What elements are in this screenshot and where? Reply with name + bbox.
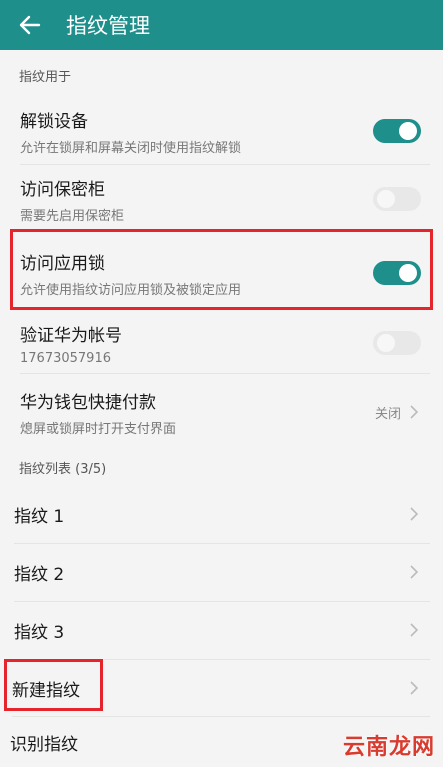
- verify-huawei-id-toggle[interactable]: [373, 331, 421, 355]
- chevron-right-icon: [407, 564, 421, 580]
- wallet-quick-pay-setting[interactable]: 华为钱包快捷付款 熄屏或锁屏时打开支付界面 关闭: [0, 382, 443, 442]
- app-bar: 指纹管理: [0, 0, 443, 50]
- access-safe-setting[interactable]: 访问保密柜 需要先启用保密柜: [0, 170, 443, 228]
- section-header-usage: 指纹用于: [19, 70, 72, 85]
- section-header-fingerprint-list: 指纹列表 (3/5): [19, 462, 107, 477]
- fingerprint-label: 指纹 3: [14, 622, 65, 643]
- verify-huawei-id-title: 验证华为帐号: [20, 325, 122, 346]
- access-safe-title: 访问保密柜: [20, 179, 105, 200]
- fingerprint-label: 指纹 1: [14, 506, 65, 527]
- fingerprint-label: 指纹 2: [14, 564, 65, 585]
- watermark-logo: 云南龙网: [342, 735, 435, 760]
- fingerprint-item[interactable]: 指纹 3: [0, 604, 443, 656]
- identify-fingerprint-label: 识别指纹: [10, 734, 78, 755]
- divider: [20, 373, 430, 374]
- divider: [14, 601, 430, 602]
- unlock-device-subtitle: 允许在锁屏和屏幕关闭时使用指纹解锁: [20, 140, 242, 156]
- chevron-right-icon: [407, 404, 421, 420]
- access-safe-toggle[interactable]: [373, 187, 421, 211]
- access-app-lock-toggle[interactable]: [373, 261, 421, 285]
- verify-huawei-id-setting[interactable]: 验证华为帐号 17673057916: [0, 314, 443, 372]
- divider: [14, 659, 430, 660]
- divider: [14, 543, 430, 544]
- unlock-device-toggle[interactable]: [373, 119, 421, 143]
- back-button[interactable]: [0, 0, 60, 50]
- divider: [12, 716, 430, 717]
- verify-huawei-id-subtitle: 17673057916: [20, 350, 111, 366]
- access-app-lock-subtitle: 允许使用指纹访问应用锁及被锁定应用: [20, 282, 242, 298]
- wallet-quick-pay-title: 华为钱包快捷付款: [20, 392, 156, 413]
- unlock-device-setting[interactable]: 解锁设备 允许在锁屏和屏幕关闭时使用指纹解锁: [0, 100, 443, 162]
- divider: [20, 164, 430, 165]
- page-title: 指纹管理: [66, 14, 150, 38]
- access-safe-subtitle: 需要先启用保密柜: [20, 208, 125, 224]
- back-arrow-icon: [19, 15, 41, 35]
- chevron-right-icon: [407, 622, 421, 638]
- chevron-right-icon: [407, 680, 421, 696]
- access-app-lock-title: 访问应用锁: [20, 253, 105, 274]
- access-app-lock-setting[interactable]: 访问应用锁 允许使用指纹访问应用锁及被锁定应用: [0, 240, 443, 306]
- new-fingerprint-item[interactable]: 新建指纹: [0, 662, 443, 714]
- fingerprint-item[interactable]: 指纹 2: [0, 546, 443, 598]
- unlock-device-title: 解锁设备: [20, 111, 88, 132]
- new-fingerprint-label: 新建指纹: [12, 680, 80, 701]
- chevron-right-icon: [407, 506, 421, 522]
- wallet-quick-pay-subtitle: 熄屏或锁屏时打开支付界面: [20, 421, 177, 437]
- divider: [20, 230, 430, 231]
- fingerprint-item[interactable]: 指纹 1: [0, 488, 443, 540]
- wallet-quick-pay-value: 关闭: [374, 406, 401, 422]
